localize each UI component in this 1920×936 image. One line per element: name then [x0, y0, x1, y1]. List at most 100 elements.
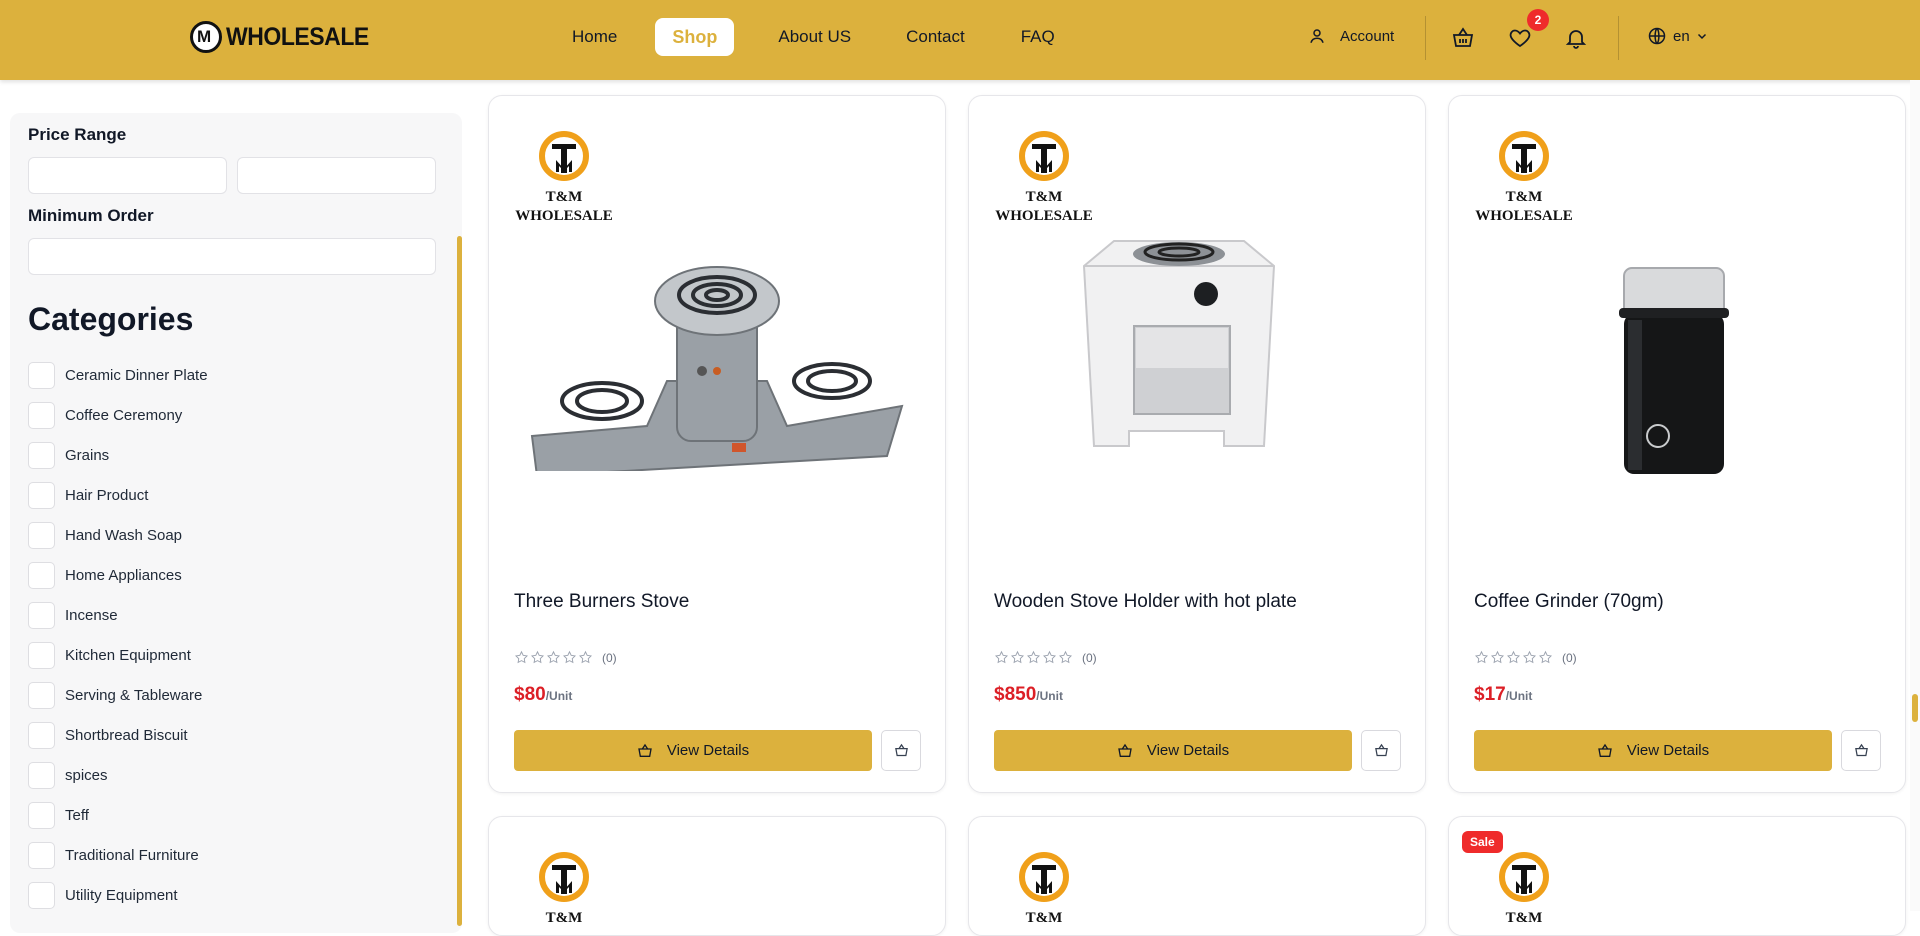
product-name[interactable]: Wooden Stove Holder with hot plate: [994, 591, 1297, 613]
add-to-cart-button[interactable]: [1361, 730, 1401, 771]
basket-icon: [1598, 743, 1612, 757]
account-link[interactable]: Account: [1308, 27, 1394, 45]
categories-title: Categories: [28, 301, 194, 337]
minimum-order-input[interactable]: [28, 238, 436, 275]
nav-home[interactable]: Home: [572, 18, 617, 56]
brand-name-line2: WHOLESALE: [1475, 208, 1573, 224]
category-checkbox[interactable]: [28, 481, 55, 509]
star-outline-icon: [1042, 650, 1057, 664]
nav-shop[interactable]: Shop: [655, 18, 735, 56]
category-checkbox[interactable]: [28, 521, 55, 549]
category-label: Home Appliances: [65, 566, 182, 584]
price-value: $850: [994, 684, 1037, 705]
product-image: [1619, 267, 1729, 474]
category-checkbox[interactable]: [28, 801, 55, 829]
category-checkbox[interactable]: [28, 761, 55, 789]
price-value: $80: [514, 684, 546, 705]
product-card[interactable]: Sale T&M: [1448, 816, 1906, 936]
category-checkbox[interactable]: [28, 401, 55, 429]
account-label: Account: [1340, 27, 1395, 45]
product-card[interactable]: T&M WHOLESALE Three Burners Stove (0) $8…: [488, 95, 946, 793]
rating-count: (0): [1562, 650, 1577, 665]
logo-text: WHOLESALE: [226, 22, 369, 51]
product-image: [1082, 240, 1276, 447]
view-details-button[interactable]: View Details: [514, 730, 872, 771]
category-item[interactable]: Kitchen Equipment: [28, 635, 208, 675]
product-card[interactable]: T&M: [968, 816, 1426, 936]
category-checkbox[interactable]: [28, 641, 55, 669]
tm-logo-icon: [1019, 131, 1069, 181]
category-checkbox[interactable]: [28, 601, 55, 629]
rating-count: (0): [602, 650, 617, 665]
product-card[interactable]: T&M WHOLESALE Coffee Grinder (70gm) (0) …: [1448, 95, 1906, 793]
category-label: Hair Product: [65, 486, 149, 504]
nav-about[interactable]: About US: [778, 18, 851, 56]
language-selector[interactable]: en: [1647, 26, 1708, 46]
product-card[interactable]: T&M: [488, 816, 946, 936]
nav-faq[interactable]: FAQ: [1021, 18, 1055, 56]
category-item[interactable]: Grains: [28, 435, 208, 475]
category-item[interactable]: Hand Wash Soap: [28, 515, 208, 555]
globe-icon: [1648, 27, 1666, 45]
view-details-button[interactable]: View Details: [994, 730, 1352, 771]
tm-logo-icon: [539, 852, 589, 902]
category-item[interactable]: Serving & Tableware: [28, 675, 208, 715]
brand-logo: T&M: [989, 851, 1099, 927]
page-scrollbar-track[interactable]: [1910, 80, 1920, 911]
sale-badge: Sale: [1462, 831, 1503, 853]
add-to-cart-button[interactable]: [1841, 730, 1881, 771]
category-item[interactable]: Shortbread Biscuit: [28, 715, 208, 755]
category-item[interactable]: Traditional Furniture: [28, 835, 208, 875]
max-price-input[interactable]: [237, 157, 436, 194]
site-header: WHOLESALE Home Shop About US Contact FAQ…: [0, 0, 1920, 80]
view-details-button[interactable]: View Details: [1474, 730, 1832, 771]
category-checkbox[interactable]: [28, 841, 55, 869]
product-price: $17/Unit: [1474, 684, 1532, 706]
cart-basket-icon[interactable]: [1451, 26, 1475, 50]
category-item[interactable]: Incense: [28, 595, 208, 635]
sidebar-scrollbar[interactable]: [457, 236, 462, 926]
category-item[interactable]: spices: [28, 755, 208, 795]
add-to-cart-button[interactable]: [881, 730, 921, 771]
category-item[interactable]: Ceramic Dinner Plate: [28, 355, 208, 395]
min-price-input[interactable]: [28, 157, 227, 194]
category-list: Ceramic Dinner Plate Coffee Ceremony Gra…: [28, 355, 208, 915]
category-label: Shortbread Biscuit: [65, 726, 188, 744]
rating-count: (0): [1082, 650, 1097, 665]
price-range-label: Price Range: [28, 125, 127, 144]
tm-logo-icon: [1019, 852, 1069, 902]
category-checkbox[interactable]: [28, 361, 55, 389]
page-scrollbar-thumb[interactable]: [1912, 694, 1918, 722]
category-item[interactable]: Utility Equipment: [28, 875, 208, 915]
product-card[interactable]: T&M WHOLESALE Wooden Stove Holder with h…: [968, 95, 1426, 793]
product-image: [530, 266, 904, 471]
category-item[interactable]: Coffee Ceremony: [28, 395, 208, 435]
category-item[interactable]: Home Appliances: [28, 555, 208, 595]
category-checkbox[interactable]: [28, 561, 55, 589]
wishlist-heart-icon[interactable]: [1508, 26, 1532, 50]
brand-name-line1: T&M: [545, 910, 583, 926]
category-checkbox[interactable]: [28, 721, 55, 749]
site-logo[interactable]: WHOLESALE: [190, 21, 381, 53]
product-name[interactable]: Three Burners Stove: [514, 591, 689, 613]
product-name[interactable]: Coffee Grinder (70gm): [1474, 591, 1664, 613]
category-label: Traditional Furniture: [65, 846, 199, 864]
star-outline-icon: [1490, 650, 1505, 664]
category-item[interactable]: Hair Product: [28, 475, 208, 515]
price-unit: /Unit: [545, 689, 573, 703]
price-unit: /Unit: [1036, 689, 1063, 703]
category-checkbox[interactable]: [28, 441, 55, 469]
category-label: Coffee Ceremony: [65, 406, 183, 424]
category-item[interactable]: Teff: [28, 795, 208, 835]
category-checkbox[interactable]: [28, 681, 55, 709]
product-rating: (0): [514, 650, 617, 665]
star-outline-icon: [1058, 650, 1073, 664]
basket-icon: [1854, 743, 1868, 757]
nav-contact[interactable]: Contact: [906, 18, 965, 56]
category-label: Teff: [65, 806, 89, 824]
category-label: Serving & Tableware: [65, 686, 203, 704]
category-label: Incense: [65, 606, 118, 624]
category-checkbox[interactable]: [28, 881, 55, 909]
notification-bell-icon[interactable]: [1564, 26, 1588, 50]
price-value: $17: [1474, 684, 1506, 705]
